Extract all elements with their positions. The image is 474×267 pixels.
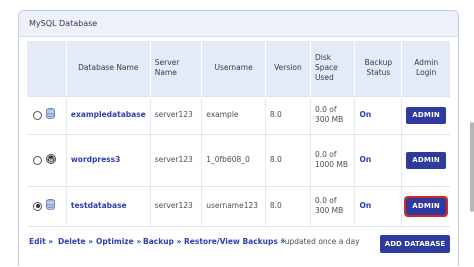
page-scrollbar[interactable] (470, 122, 474, 212)
backup-status-toggle[interactable]: On (359, 155, 371, 164)
mysql-database-icon (46, 199, 56, 213)
backup-status-toggle[interactable]: On (359, 110, 371, 119)
disk-space-cell: 0.0 of 1000 MB (310, 133, 356, 186)
add-database-button[interactable]: ADD DATABASE (380, 235, 450, 253)
server-name-cell: server123 (150, 133, 203, 186)
panel-title: MySQL Database (19, 11, 458, 37)
select-radio[interactable] (33, 201, 42, 211)
username-cell: example (201, 95, 266, 134)
database-name-link[interactable]: exampledatabase (71, 110, 146, 119)
mysql-database-panel: MySQL Database Database Name Server Name… (18, 10, 459, 266)
select-cell (27, 95, 67, 134)
version-cell: 8.0 (265, 185, 311, 227)
select-cell (27, 133, 67, 186)
admin-login-cell: ADMIN (401, 185, 450, 227)
restore-view-backups-link[interactable]: Restore/View Backups » (184, 237, 285, 246)
server-name-cell: server123 (150, 185, 203, 227)
edit-link[interactable]: Edit » (29, 237, 53, 246)
username-cell: username123 (201, 185, 266, 227)
header-database-name: Database Name (66, 41, 151, 96)
action-bar: Edit » Delete » Optimize » Backup » Rest… (29, 235, 450, 255)
version-cell: 8.0 (265, 95, 311, 134)
version-cell: 8.0 (265, 133, 311, 186)
header-admin-login: Admin Login (401, 41, 450, 96)
admin-login-cell: ADMIN (401, 95, 450, 134)
database-name-cell: exampledatabase (66, 95, 151, 134)
header-server-name: Server Name (150, 41, 203, 96)
page: MySQL Database Database Name Server Name… (0, 0, 474, 267)
header-backup-status: Backup Status (354, 41, 403, 96)
username-cell: 1_0fb608_0 (201, 133, 266, 186)
select-radio[interactable] (33, 110, 42, 120)
backup-link[interactable]: Backup » (143, 237, 181, 246)
delete-link[interactable]: Delete » (58, 237, 93, 246)
select-cell (27, 185, 67, 227)
header-disk-space: Disk Space Used (310, 41, 356, 96)
mysql-database-icon (46, 108, 56, 122)
table-row: exampledatabase server123 example 8.0 0.… (27, 95, 450, 134)
admin-button[interactable]: ADMIN (406, 106, 446, 124)
database-name-cell: wordpress3 (66, 133, 151, 186)
admin-button[interactable]: ADMIN (404, 195, 448, 217)
database-name-link[interactable]: wordpress3 (71, 155, 120, 164)
update-note: *updated once a day (281, 237, 360, 246)
database-name-link[interactable]: testdatabase (71, 201, 127, 210)
select-radio[interactable] (33, 155, 42, 165)
admin-button[interactable]: ADMIN (406, 151, 446, 169)
disk-space-cell: 0.0 of 300 MB (310, 95, 356, 134)
backup-status-cell: On (354, 185, 403, 227)
backup-status-toggle[interactable]: On (359, 201, 371, 210)
disk-space-cell: 0.0 of 300 MB (310, 185, 356, 227)
backup-status-cell: On (354, 95, 403, 134)
admin-login-cell: ADMIN (401, 133, 450, 186)
header-version: Version (265, 41, 311, 96)
backup-status-cell: On (354, 133, 403, 186)
server-name-cell: server123 (150, 95, 203, 134)
optimize-link[interactable]: Optimize » (96, 237, 141, 246)
table-row: testdatabase server123 username123 8.0 0… (27, 185, 450, 227)
table-header-row: Database Name Server Name Username Versi… (27, 41, 450, 96)
database-table: Database Name Server Name Username Versi… (27, 41, 450, 227)
wordpress-icon (46, 153, 57, 167)
database-name-cell: testdatabase (66, 185, 151, 227)
header-select (27, 41, 67, 96)
table-row: wordpress3 server123 1_0fb608_0 8.0 0.0 … (27, 133, 450, 186)
header-username: Username (201, 41, 266, 96)
